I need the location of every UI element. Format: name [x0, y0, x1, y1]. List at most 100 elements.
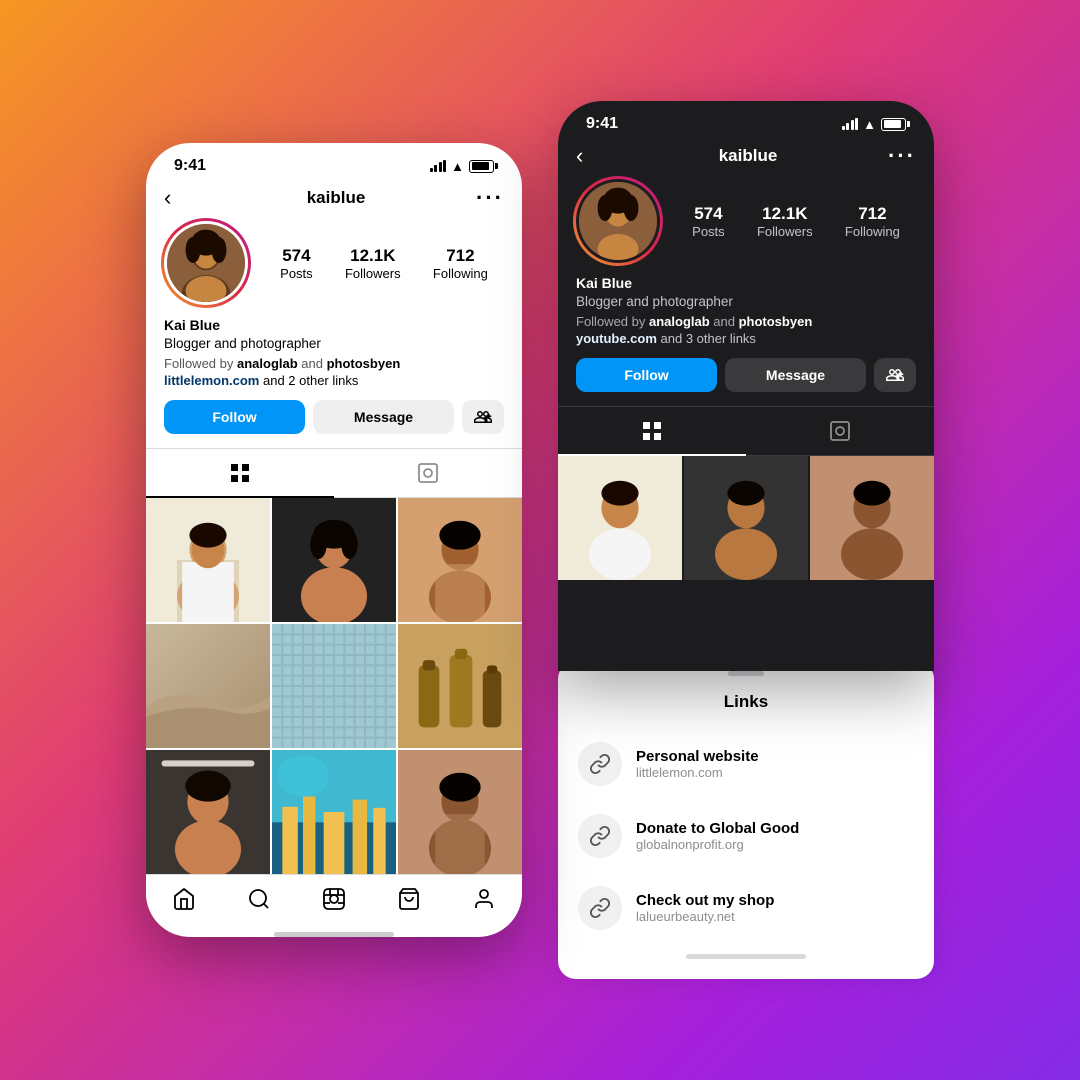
phone-dark: 9:41 ▲ ‹ kaiblue ··· — [558, 101, 934, 671]
link-url-2: lalueurbeauty.net — [636, 909, 774, 924]
profile-nav-icon-light[interactable] — [472, 887, 496, 918]
photo-grid-dark — [558, 456, 934, 576]
followers-label-dark: Followers — [757, 224, 813, 239]
bio-name-dark: Kai Blue — [576, 275, 916, 291]
status-icons-dark: ▲ — [842, 117, 906, 132]
bio-link-light[interactable]: littlelemon.com and 2 other links — [164, 373, 504, 388]
bio-text-light: Blogger and photographer — [164, 335, 504, 354]
link-item-2[interactable]: Check out my shop lalueurbeauty.net — [558, 872, 934, 944]
stat-following-light[interactable]: 712 Following — [433, 246, 488, 281]
link-url-0: littlelemon.com — [636, 765, 759, 780]
followers-count-dark: 12.1K — [762, 204, 807, 224]
grid-cell-dark-2[interactable] — [684, 456, 808, 580]
grid-cell-3[interactable] — [398, 498, 522, 622]
time-light: 9:41 — [174, 157, 206, 175]
followers-count-light: 12.1K — [350, 246, 395, 266]
wifi-icon-light: ▲ — [451, 159, 464, 174]
link-icon-wrap-0 — [578, 742, 622, 786]
following-label-dark: Following — [845, 224, 900, 239]
link-title-1: Donate to Global Good — [636, 820, 799, 837]
home-indicator-light — [274, 932, 394, 937]
status-bar-light: 9:41 ▲ — [146, 143, 522, 181]
action-buttons-dark: Follow Message — [558, 358, 934, 406]
tab-tagged-dark[interactable] — [746, 407, 934, 455]
posts-count-dark: 574 — [694, 204, 722, 224]
message-button-dark[interactable]: Message — [725, 358, 866, 392]
battery-icon-light — [469, 160, 494, 173]
posts-label-dark: Posts — [692, 224, 725, 239]
link-icon-wrap-2 — [578, 886, 622, 930]
tab-grid-dark[interactable] — [558, 407, 746, 455]
right-phone-container: 9:41 ▲ ‹ kaiblue ··· — [558, 101, 934, 979]
profile-info-dark: 574 Posts 12.1K Followers 712 Following — [558, 179, 934, 275]
follow-button-dark[interactable]: Follow — [576, 358, 717, 392]
link-icon-wrap-1 — [578, 814, 622, 858]
stat-posts-dark: 574 Posts — [692, 204, 725, 239]
photo-grid-light — [146, 498, 522, 874]
link-title-0: Personal website — [636, 748, 759, 765]
stat-followers-light[interactable]: 12.1K Followers — [345, 246, 401, 281]
follow-button-light[interactable]: Follow — [164, 400, 305, 434]
bio-link-dark[interactable]: youtube.com and 3 other links — [576, 331, 916, 346]
tab-grid-light[interactable] — [146, 449, 334, 497]
stats-row-light: 574 Posts 12.1K Followers 712 Following — [264, 246, 504, 281]
grid-cell-2[interactable] — [272, 498, 396, 622]
add-friend-button-dark[interactable] — [874, 358, 916, 392]
bio-section-dark: Kai Blue Blogger and photographer Follow… — [558, 275, 934, 358]
grid-cell-5[interactable] — [272, 624, 396, 748]
profile-info-light: 574 Posts 12.1K Followers 712 Following — [146, 221, 522, 317]
avatar-dark — [576, 179, 660, 263]
link-content-1: Donate to Global Good globalnonprofit.or… — [636, 820, 799, 852]
avatar-light — [164, 221, 248, 305]
more-button-light[interactable]: ··· — [476, 185, 504, 211]
grid-cell-9[interactable] — [398, 750, 522, 874]
more-button-dark[interactable]: ··· — [888, 143, 916, 169]
grid-cell-4[interactable] — [146, 624, 270, 748]
bottom-nav-light — [146, 874, 522, 926]
home-nav-icon-light[interactable] — [172, 887, 196, 918]
tab-tagged-light[interactable] — [334, 449, 522, 497]
links-sheet-title: Links — [558, 692, 934, 712]
avatar-wrapper-light — [164, 221, 248, 305]
status-icons-light: ▲ — [430, 159, 494, 174]
links-sheet: Links Personal website littlelemon.com — [558, 661, 934, 979]
grid-cell-7[interactable] — [146, 750, 270, 874]
username-title-light: kaiblue — [307, 188, 366, 208]
following-count-dark: 712 — [858, 204, 886, 224]
grid-cell-dark-1[interactable] — [558, 456, 682, 580]
stat-followers-dark[interactable]: 12.1K Followers — [757, 204, 813, 239]
back-button-light[interactable]: ‹ — [164, 185, 196, 211]
bio-text-dark: Blogger and photographer — [576, 293, 916, 312]
link-content-0: Personal website littlelemon.com — [636, 748, 759, 780]
wifi-icon-dark: ▲ — [863, 117, 876, 132]
message-button-light[interactable]: Message — [313, 400, 454, 434]
bio-followed-light: Followed by analoglab and photosbyen — [164, 356, 504, 371]
grid-cell-6[interactable] — [398, 624, 522, 748]
back-button-dark[interactable]: ‹ — [576, 143, 608, 169]
reels-nav-icon-light[interactable] — [322, 887, 346, 918]
grid-cell-1[interactable] — [146, 498, 270, 622]
stats-row-dark: 574 Posts 12.1K Followers 712 Following — [676, 204, 916, 239]
bio-name-light: Kai Blue — [164, 317, 504, 333]
profile-header-dark: ‹ kaiblue ··· — [558, 139, 934, 179]
link-url-1: globalnonprofit.org — [636, 837, 799, 852]
grid-cell-8[interactable] — [272, 750, 396, 874]
following-label-light: Following — [433, 266, 488, 281]
bio-section-light: Kai Blue Blogger and photographer Follow… — [146, 317, 522, 400]
search-nav-icon-light[interactable] — [247, 887, 271, 918]
scene: 9:41 ▲ ‹ kaiblue ··· — [0, 0, 1080, 1080]
stat-following-dark[interactable]: 712 Following — [845, 204, 900, 239]
add-friend-button-light[interactable] — [462, 400, 504, 434]
shop-nav-icon-light[interactable] — [397, 887, 421, 918]
link-item-0[interactable]: Personal website littlelemon.com — [558, 728, 934, 800]
time-dark: 9:41 — [586, 115, 618, 133]
posts-label-light: Posts — [280, 266, 313, 281]
link-item-1[interactable]: Donate to Global Good globalnonprofit.or… — [558, 800, 934, 872]
bio-link-suffix-dark: and 3 other links — [661, 331, 756, 346]
profile-header-light: ‹ kaiblue ··· — [146, 181, 522, 221]
avatar-wrapper-dark — [576, 179, 660, 263]
signal-icon-light — [430, 160, 447, 172]
grid-cell-dark-3[interactable] — [810, 456, 934, 580]
stat-posts-light: 574 Posts — [280, 246, 313, 281]
sheet-handle — [728, 671, 764, 676]
